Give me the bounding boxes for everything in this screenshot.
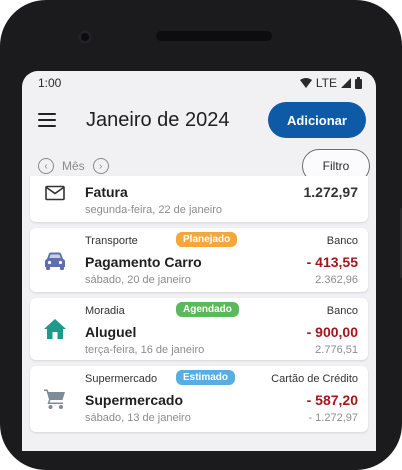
list-item[interactable]: Supermercado Estimado Supermercado sábad… [30, 366, 368, 432]
transaction-balance: 2.776,51 [315, 344, 358, 356]
phone-frame: 1:00 LTE Janeiro de 2024 Adicionar ‹ Mês… [0, 0, 402, 470]
speaker [156, 31, 272, 41]
transaction-account: Banco [326, 305, 358, 317]
transaction-name: Fatura [85, 184, 128, 200]
transaction-date: sábado, 20 de janeiro [85, 274, 191, 286]
list-item[interactable]: Transporte Planejado Pagamento Carro sáb… [30, 228, 368, 292]
network-label: LTE [315, 76, 337, 90]
transaction-name: Pagamento Carro [85, 254, 202, 270]
screen: 1:00 LTE Janeiro de 2024 Adicionar ‹ Mês… [22, 71, 376, 451]
mail-icon [42, 180, 68, 206]
status-badge: Agendado [176, 302, 239, 317]
add-button[interactable]: Adicionar [268, 102, 366, 138]
car-icon [42, 248, 68, 274]
status-badge: Estimado [176, 370, 236, 385]
transaction-amount: 1.272,97 [303, 184, 359, 200]
camera [78, 30, 92, 44]
battery-icon [355, 77, 362, 89]
wifi-icon [299, 78, 312, 88]
list-item[interactable]: Moradia Agendado Aluguel terça-feira, 16… [30, 298, 368, 360]
transaction-name: Aluguel [85, 324, 137, 340]
page-title: Janeiro de 2024 [86, 108, 230, 131]
transaction-name: Supermercado [85, 392, 184, 408]
status-time: 1:00 [38, 76, 62, 90]
transaction-date: segunda-feira, 22 de janeiro [85, 204, 222, 216]
status-bar: 1:00 LTE [22, 71, 376, 95]
app-bar: Janeiro de 2024 Adicionar [22, 95, 376, 145]
transaction-amount: - 900,00 [306, 324, 358, 340]
chevron-left-icon[interactable]: ‹ [38, 158, 54, 174]
chevron-right-icon[interactable]: › [92, 158, 109, 174]
transaction-category: Moradia [85, 305, 125, 317]
transaction-category: Transporte [85, 235, 138, 247]
home-icon [42, 316, 68, 342]
transaction-date: sábado, 13 de janeiro [85, 412, 191, 424]
transaction-list: Fatura segunda-feira, 22 de janeiro 1.27… [30, 176, 368, 438]
cart-icon [42, 386, 68, 412]
transaction-amount: - 587,20 [306, 392, 358, 408]
month-label: Mês [62, 159, 85, 173]
transaction-date: terça-feira, 16 de janeiro [85, 344, 205, 356]
transaction-category: Supermercado [85, 373, 158, 385]
signal-icon [341, 78, 351, 88]
transaction-account: Banco [326, 235, 358, 247]
transaction-amount: - 413,55 [306, 254, 358, 270]
list-item[interactable]: Fatura segunda-feira, 22 de janeiro 1.27… [30, 176, 368, 222]
transaction-balance: 2.362,96 [315, 274, 358, 286]
status-badge: Planejado [176, 232, 238, 247]
status-icons: LTE [299, 76, 362, 90]
menu-icon[interactable] [38, 113, 56, 127]
transaction-balance: - 1.272,97 [308, 412, 358, 424]
transaction-account: Cartão de Crédito [271, 373, 358, 385]
